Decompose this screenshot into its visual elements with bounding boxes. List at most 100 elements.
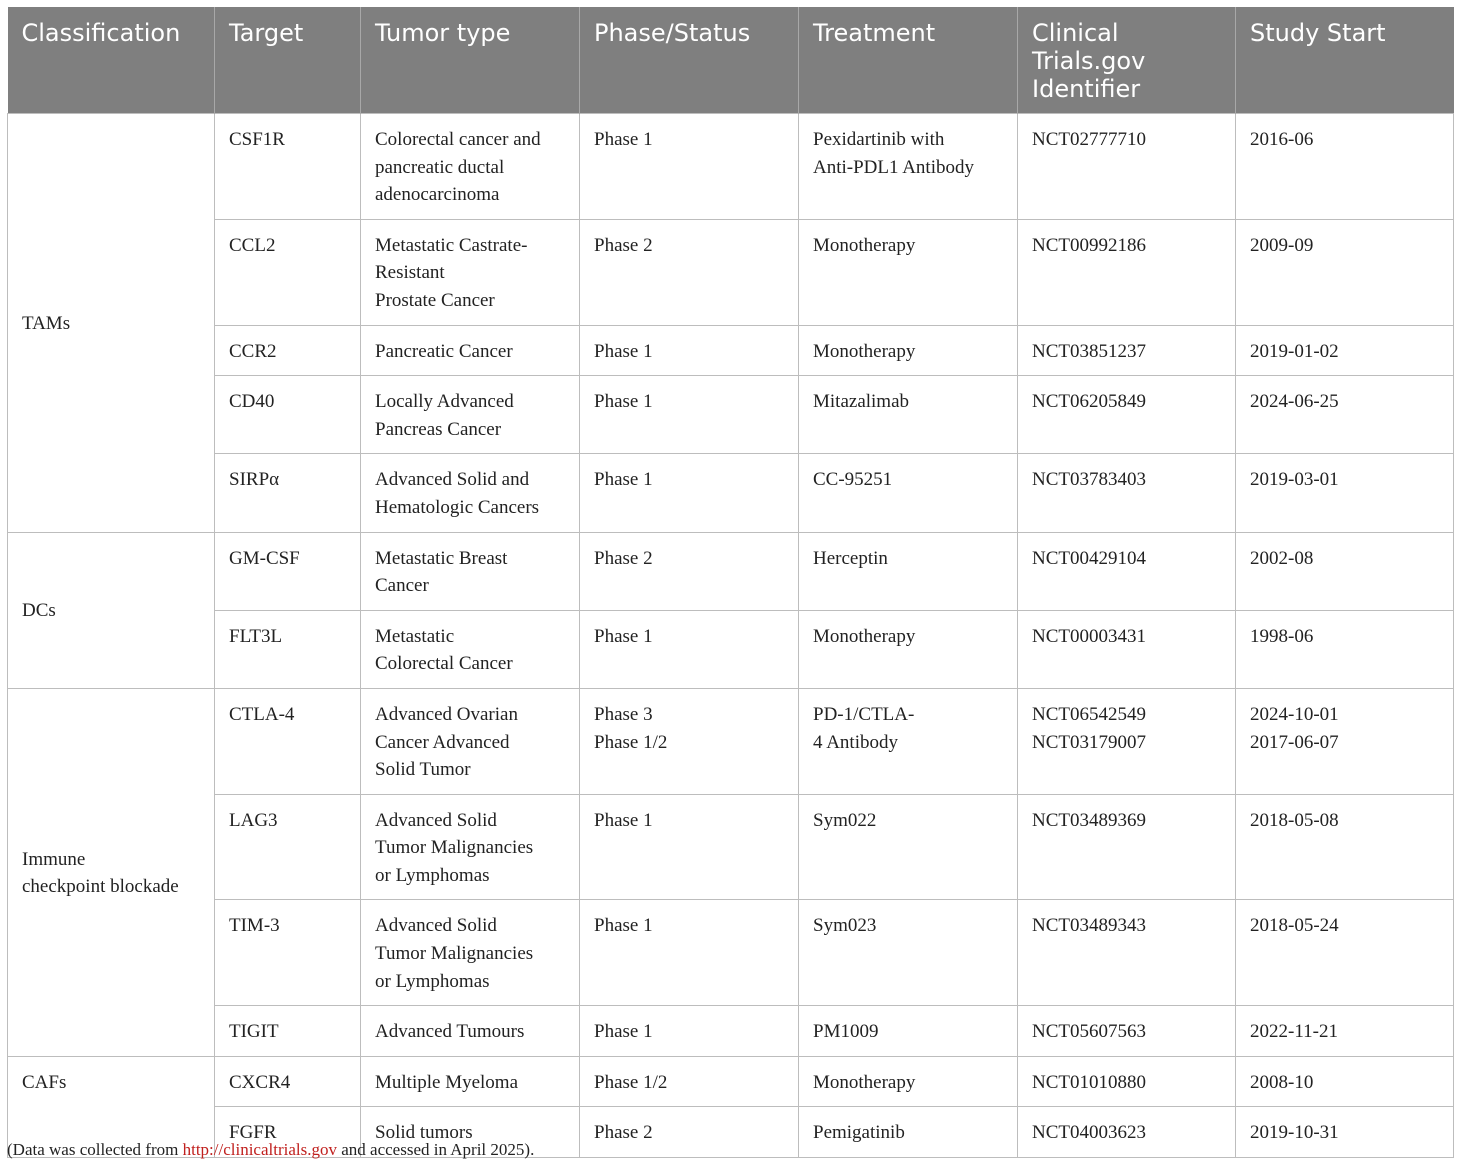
tumor-type-cell: Colorectal cancer and pancreatic ductal … (360, 113, 580, 220)
identifier-cell: NCT06542549 NCT03179007 (1017, 687, 1236, 795)
target-cell: GM-CSF (214, 531, 361, 611)
tumor-type-cell: Pancreatic Cancer (360, 324, 580, 377)
treatment-cell: Monotherapy (798, 218, 1018, 326)
study-start-cell: 2018-05-24 (1235, 899, 1454, 1007)
phase-cell: Phase 1 (579, 609, 799, 689)
header-identifier: Clinical Trials.gov Identifier (1017, 7, 1236, 114)
treatment-cell: Monotherapy (798, 609, 1018, 689)
identifier-cell: NCT04003623 (1017, 1106, 1236, 1159)
header-study-start: Study Start (1235, 7, 1454, 114)
treatment-cell: Monotherapy (798, 324, 1018, 377)
table-row: LAG3 Advanced Solid Tumor Malignancies o… (8, 793, 1454, 901)
header-phase-status: Phase/Status (579, 7, 799, 114)
phase-cell: Phase 1 (579, 324, 799, 377)
treatment-cell: Mitazalimab (798, 375, 1018, 455)
header-tumor-type: Tumor type (360, 7, 580, 114)
classification-cell: DCs (7, 531, 215, 689)
tumor-type-cell: Advanced Solid Tumor Malignancies or Lym… (360, 899, 580, 1007)
clinicaltrials-link[interactable]: http://clinicaltrials.gov (183, 1140, 337, 1159)
target-cell: FLT3L (214, 609, 361, 689)
tumor-type-cell: Multiple Myeloma (360, 1055, 580, 1108)
identifier-cell: NCT03851237 (1017, 324, 1236, 377)
tumor-type-cell: Metastatic Castrate- Resistant Prostate … (360, 218, 580, 326)
phase-cell: Phase 2 (579, 531, 799, 611)
study-start-cell: 2019-03-01 (1235, 453, 1454, 533)
target-cell: LAG3 (214, 793, 361, 901)
identifier-cell: NCT06205849 (1017, 375, 1236, 455)
identifier-cell: NCT02777710 (1017, 113, 1236, 220)
phase-cell: Phase 1 (579, 375, 799, 455)
study-start-cell: 2009-09 (1235, 218, 1454, 326)
study-start-cell: 2024-10-01 2017-06-07 (1235, 687, 1454, 795)
phase-cell: Phase 1 (579, 899, 799, 1007)
table-row: CD40 Locally Advanced Pancreas Cancer Ph… (8, 375, 1454, 455)
table-row: TIGIT Advanced Tumours Phase 1 PM1009 NC… (8, 1005, 1454, 1057)
phase-cell: Phase 1 (579, 453, 799, 533)
target-cell: CD40 (214, 375, 361, 455)
clinical-trials-table: Classification Target Tumor type Phase/S… (7, 7, 1454, 1159)
tumor-type-cell: Advanced Ovarian Cancer Advanced Solid T… (360, 687, 580, 795)
header-treatment: Treatment (798, 7, 1018, 114)
identifier-cell: NCT00429104 (1017, 531, 1236, 611)
treatment-cell: PD-1/CTLA- 4 Antibody (798, 687, 1018, 795)
treatment-cell: Sym023 (798, 899, 1018, 1007)
study-start-cell: 2022-11-21 (1235, 1005, 1454, 1057)
study-start-cell: 2018-05-08 (1235, 793, 1454, 901)
table-row: CAFs CXCR4 Multiple Myeloma Phase 1/2 Mo… (7, 1055, 1454, 1159)
study-start-cell: 1998-06 (1235, 609, 1454, 689)
phase-cell: Phase 2 (579, 1106, 799, 1159)
phase-cell: Phase 1 (579, 113, 799, 220)
tumor-type-cell: Metastatic Breast Cancer (360, 531, 580, 611)
treatment-cell: Herceptin (798, 531, 1018, 611)
target-cell: CSF1R (214, 113, 361, 220)
table-footnote: (Data was collected from http://clinical… (7, 1140, 534, 1160)
treatment-cell: PM1009 (798, 1005, 1018, 1057)
tumor-type-cell: Advanced Solid Tumor Malignancies or Lym… (360, 793, 580, 901)
target-cell: CCL2 (214, 218, 361, 326)
table-header-row: Classification Target Tumor type Phase/S… (7, 7, 1454, 114)
classification-cell: Immune checkpoint blockade (7, 687, 215, 1057)
header-classification: Classification (7, 7, 215, 114)
table-row: Immune checkpoint blockade CTLA-4 Advanc… (7, 687, 1454, 1057)
target-cell: SIRPα (214, 453, 361, 533)
target-cell: CXCR4 (214, 1055, 361, 1108)
tumor-type-cell: Advanced Solid and Hematologic Cancers (360, 453, 580, 533)
treatment-cell: Pexidartinib with Anti-PDL1 Antibody (798, 113, 1018, 220)
table-row: FLT3L Metastatic Colorectal Cancer Phase… (8, 609, 1454, 689)
identifier-cell: NCT05607563 (1017, 1005, 1236, 1057)
target-cell: TIGIT (214, 1005, 361, 1057)
tumor-type-cell: Metastatic Colorectal Cancer (360, 609, 580, 689)
identifier-cell: NCT03489369 (1017, 793, 1236, 901)
footnote-suffix: and accessed in April 2025). (336, 1140, 535, 1159)
table-row: TIM-3 Advanced Solid Tumor Malignancies … (8, 899, 1454, 1007)
treatment-cell: Sym022 (798, 793, 1018, 901)
table-row: CCR2 Pancreatic Cancer Phase 1 Monothera… (8, 324, 1454, 377)
treatment-cell: CC-95251 (798, 453, 1018, 533)
identifier-cell: NCT03489343 (1017, 899, 1236, 1007)
tumor-type-cell: Advanced Tumours (360, 1005, 580, 1057)
classification-cell: TAMs (7, 113, 215, 533)
header-target: Target (214, 7, 361, 114)
treatment-cell: Monotherapy (798, 1055, 1018, 1108)
tumor-type-cell: Locally Advanced Pancreas Cancer (360, 375, 580, 455)
study-start-cell: 2019-01-02 (1235, 324, 1454, 377)
study-start-cell: 2019-10-31 (1235, 1106, 1454, 1159)
phase-cell: Phase 3 Phase 1/2 (579, 687, 799, 795)
phase-cell: Phase 2 (579, 218, 799, 326)
target-cell: TIM-3 (214, 899, 361, 1007)
study-start-cell: 2008-10 (1235, 1055, 1454, 1108)
identifier-cell: NCT01010880 (1017, 1055, 1236, 1108)
study-start-cell: 2024-06-25 (1235, 375, 1454, 455)
study-start-cell: 2016-06 (1235, 113, 1454, 220)
phase-cell: Phase 1/2 (579, 1055, 799, 1108)
identifier-cell: NCT00003431 (1017, 609, 1236, 689)
table-row: DCs GM-CSF Metastatic Breast Cancer Phas… (7, 531, 1454, 689)
target-cell: CTLA-4 (214, 687, 361, 795)
footnote-prefix: (Data was collected from (7, 1140, 183, 1159)
table-row: TAMs CSF1R Colorectal cancer and pancrea… (7, 113, 1454, 533)
target-cell: CCR2 (214, 324, 361, 377)
table-row: CCL2 Metastatic Castrate- Resistant Pros… (8, 218, 1454, 326)
phase-cell: Phase 1 (579, 1005, 799, 1057)
phase-cell: Phase 1 (579, 793, 799, 901)
table-row: SIRPα Advanced Solid and Hematologic Can… (8, 453, 1454, 533)
